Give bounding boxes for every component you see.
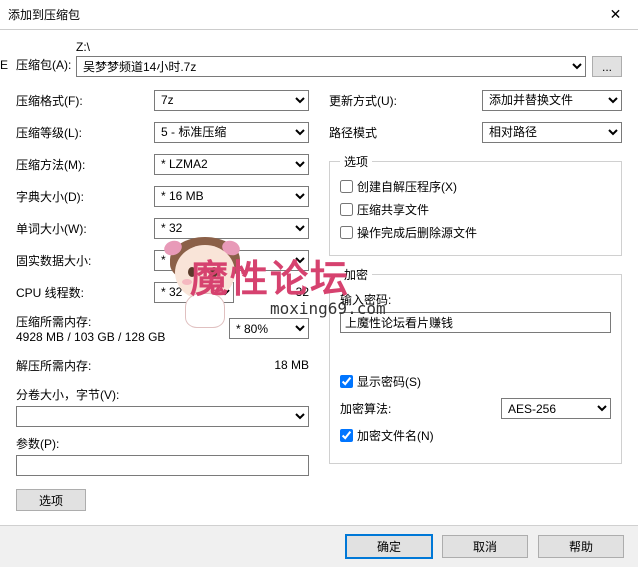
showpwd-checkbox[interactable] <box>340 375 353 388</box>
ok-button[interactable]: 确定 <box>346 535 432 558</box>
split-label: 分卷大小，字节(V): <box>16 386 309 403</box>
cpu-select[interactable]: * 32 <box>154 282 234 303</box>
cpu-label: CPU 线程数: <box>16 284 154 301</box>
encrypt-fieldset: 加密 输入密码: 显示密码(S) 加密算法: AES-256 加密文件名(N) <box>329 266 622 464</box>
params-label: 参数(P): <box>16 435 309 452</box>
archive-path: Z:\ <box>76 40 622 54</box>
format-select[interactable]: 7z <box>154 90 309 111</box>
encmethod-select[interactable]: AES-256 <box>501 398 611 419</box>
archive-filename-combo[interactable]: 吴梦梦频道14小时.7z <box>76 56 586 77</box>
pathmode-label: 路径模式 <box>329 124 482 141</box>
browse-button[interactable]: ... <box>592 56 622 77</box>
mem-compress-value: 4928 MB / 103 GB / 128 GB <box>16 330 229 344</box>
method-select[interactable]: * LZMA2 <box>154 154 309 175</box>
word-select[interactable]: * 32 <box>154 218 309 239</box>
dict-select[interactable]: * 16 MB <box>154 186 309 207</box>
encmethod-label: 加密算法: <box>340 400 501 417</box>
solid-select[interactable]: * <box>154 250 309 271</box>
window-title: 添加到压缩包 <box>8 6 593 23</box>
mem-decompress-value: 18 MB <box>154 358 309 372</box>
level-select[interactable]: 5 - 标准压缩 <box>154 122 309 143</box>
mem-pct-select[interactable]: * 80% <box>229 318 309 339</box>
sfx-label: 创建自解压程序(X) <box>357 178 457 195</box>
options-fieldset: 选项 创建自解压程序(X) 压缩共享文件 操作完成后删除源文件 <box>329 153 622 256</box>
archive-label: 压缩包(A): <box>16 56 76 77</box>
split-select[interactable] <box>16 406 309 427</box>
method-label: 压缩方法(M): <box>16 156 154 173</box>
encrypt-legend: 加密 <box>340 266 372 283</box>
sfx-checkbox[interactable] <box>340 180 353 193</box>
word-label: 单词大小(W): <box>16 220 154 237</box>
encnames-checkbox[interactable] <box>340 429 353 442</box>
shared-label: 压缩共享文件 <box>357 201 429 218</box>
params-input[interactable] <box>16 455 309 476</box>
delete-checkbox[interactable] <box>340 226 353 239</box>
pathmode-select[interactable]: 相对路径 <box>482 122 622 143</box>
close-button[interactable]: ✕ <box>593 0 638 30</box>
cpu-max: 32 <box>240 285 309 299</box>
mem-decompress-label: 解压所需内存: <box>16 357 154 374</box>
help-button[interactable]: 帮助 <box>538 535 624 558</box>
password-input[interactable] <box>340 312 611 333</box>
password-label: 输入密码: <box>340 291 611 308</box>
format-label: 压缩格式(F): <box>16 92 154 109</box>
options-button[interactable]: 选项 <box>16 489 86 511</box>
cancel-button[interactable]: 取消 <box>442 535 528 558</box>
options-legend: 选项 <box>340 153 372 170</box>
solid-label: 固实数据大小: <box>16 252 154 269</box>
delete-label: 操作完成后删除源文件 <box>357 224 477 241</box>
showpwd-label: 显示密码(S) <box>357 373 421 390</box>
mem-compress-label: 压缩所需内存: <box>16 313 229 330</box>
update-select[interactable]: 添加并替换文件 <box>482 90 622 111</box>
dict-label: 字典大小(D): <box>16 188 154 205</box>
shared-checkbox[interactable] <box>340 203 353 216</box>
update-label: 更新方式(U): <box>329 92 482 109</box>
level-label: 压缩等级(L): <box>16 124 154 141</box>
encnames-label: 加密文件名(N) <box>357 427 434 444</box>
